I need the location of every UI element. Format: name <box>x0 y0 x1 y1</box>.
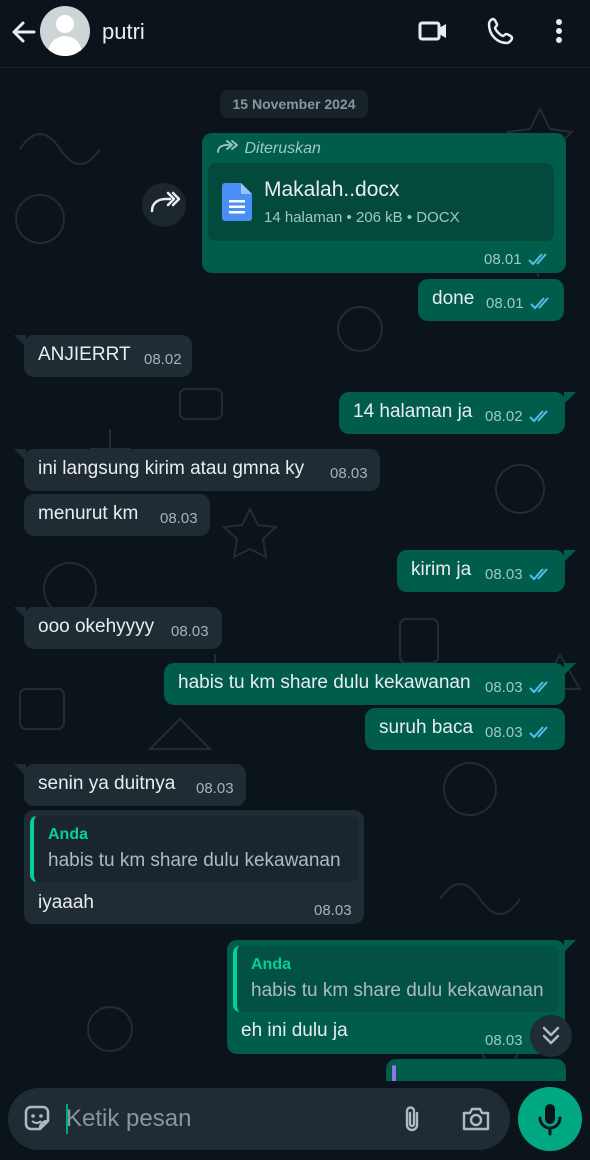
message-time: 08.03 <box>485 724 523 741</box>
message-text: kirim ja <box>411 559 472 580</box>
message-time: 08.03 <box>171 623 209 640</box>
quote-bar <box>392 1065 396 1081</box>
forwarded-text: Diteruskan <box>244 140 321 157</box>
sticker-emoji-icon[interactable] <box>22 1103 54 1135</box>
bubble-tail <box>564 550 576 562</box>
message-incoming[interactable]: ooo okehyyyy 08.03 <box>24 607 222 649</box>
read-ticks-icon <box>529 681 548 694</box>
attach-icon[interactable] <box>396 1103 428 1135</box>
chat-header: putri <box>0 0 590 68</box>
message-time: 08.03 <box>160 510 198 527</box>
message-time: 08.03 <box>196 780 234 797</box>
message-time: 08.02 <box>485 408 523 425</box>
message-time: 08.03 <box>314 902 352 919</box>
message-outgoing-partial[interactable] <box>386 1059 566 1081</box>
message-incoming[interactable]: ANJIERRT 08.02 <box>24 335 192 377</box>
message-time: 08.03 <box>485 1032 523 1049</box>
document-name: Makalah..docx <box>264 178 400 201</box>
message-document[interactable]: Diteruskan Makalah..docx 14 halaman • 20… <box>202 133 566 273</box>
document-meta: 14 halaman • 206 kB • DOCX <box>264 209 460 226</box>
camera-icon[interactable] <box>460 1103 492 1135</box>
message-text: 14 halaman ja <box>353 401 473 422</box>
message-time: 08.01 <box>484 251 522 268</box>
message-text: eh ini dulu ja <box>241 1020 348 1041</box>
message-input[interactable] <box>66 1096 386 1142</box>
forward-button[interactable] <box>142 183 186 227</box>
read-ticks-icon <box>530 297 549 310</box>
message-incoming[interactable]: ini langsung kirim atau gmna ky 08.03 <box>24 449 380 491</box>
message-outgoing[interactable]: kirim ja 08.03 <box>397 550 565 592</box>
avatar[interactable] <box>40 6 90 56</box>
chat-area[interactable]: 15 November 2024 Diteruskan Makalah..doc… <box>0 69 590 1081</box>
quote-author: Anda <box>251 956 291 973</box>
message-outgoing[interactable]: done 08.01 <box>418 279 564 321</box>
bubble-tail <box>564 392 576 404</box>
back-arrow-icon[interactable] <box>8 16 40 48</box>
message-text: suruh baca <box>379 717 474 738</box>
quoted-message[interactable]: Anda habis tu km share dulu kekawanan <box>30 816 358 882</box>
read-ticks-icon <box>529 726 548 739</box>
message-time: 08.03 <box>485 679 523 696</box>
message-text: ooo okehyyyy <box>38 616 155 637</box>
microphone-icon <box>538 1104 562 1136</box>
message-outgoing[interactable]: 14 halaman ja 08.02 <box>339 392 565 434</box>
contact-name[interactable]: putri <box>102 19 145 45</box>
text-cursor <box>66 1104 68 1134</box>
message-outgoing-reply[interactable]: Anda habis tu km share dulu kekawanan eh… <box>227 940 565 1054</box>
forwarded-icon <box>217 140 238 153</box>
message-incoming[interactable]: senin ya duitnya 08.03 <box>24 764 246 806</box>
message-text: done <box>432 288 475 309</box>
message-text: ANJIERRT <box>38 344 131 365</box>
forward-icon <box>150 191 181 213</box>
message-text: iyaaah <box>38 892 94 913</box>
quote-author: Anda <box>48 826 88 843</box>
quoted-message[interactable]: Anda habis tu km share dulu kekawanan <box>233 946 559 1012</box>
quote-text: habis tu km share dulu kekawanan <box>48 850 341 871</box>
voice-call-icon[interactable] <box>484 14 518 48</box>
message-text: ini langsung kirim atau gmna ky <box>38 458 305 479</box>
date-chip: 15 November 2024 <box>220 90 368 118</box>
voice-message-button[interactable] <box>518 1087 582 1151</box>
read-ticks-icon <box>529 568 548 581</box>
quote-text: habis tu km share dulu kekawanan <box>251 980 544 1001</box>
read-ticks-icon <box>529 410 548 423</box>
double-chevron-down-icon <box>542 1026 560 1045</box>
message-text: senin ya duitnya <box>38 773 176 794</box>
scroll-to-bottom-button[interactable] <box>530 1015 572 1057</box>
message-time: 08.01 <box>486 295 524 312</box>
document-card[interactable]: Makalah..docx 14 halaman • 206 kB • DOCX <box>208 163 554 241</box>
message-incoming-reply[interactable]: Anda habis tu km share dulu kekawanan iy… <box>24 810 364 924</box>
message-time: 08.03 <box>485 566 523 583</box>
forwarded-label: Diteruskan <box>216 139 321 158</box>
document-icon <box>222 183 252 221</box>
message-text: menurut km <box>38 503 139 524</box>
message-time: 08.02 <box>144 351 182 368</box>
more-options-icon[interactable] <box>542 14 576 48</box>
message-composer <box>8 1088 510 1150</box>
bubble-tail <box>564 663 576 675</box>
message-incoming[interactable]: menurut km 08.03 <box>24 494 210 536</box>
message-time: 08.03 <box>330 465 368 482</box>
read-ticks-icon <box>528 253 547 266</box>
message-outgoing[interactable]: habis tu km share dulu kekawanan 08.03 <box>164 663 565 705</box>
bubble-tail <box>564 940 576 952</box>
message-text: habis tu km share dulu kekawanan <box>178 672 471 693</box>
video-call-icon[interactable] <box>416 14 450 48</box>
message-outgoing[interactable]: suruh baca 08.03 <box>365 708 565 750</box>
